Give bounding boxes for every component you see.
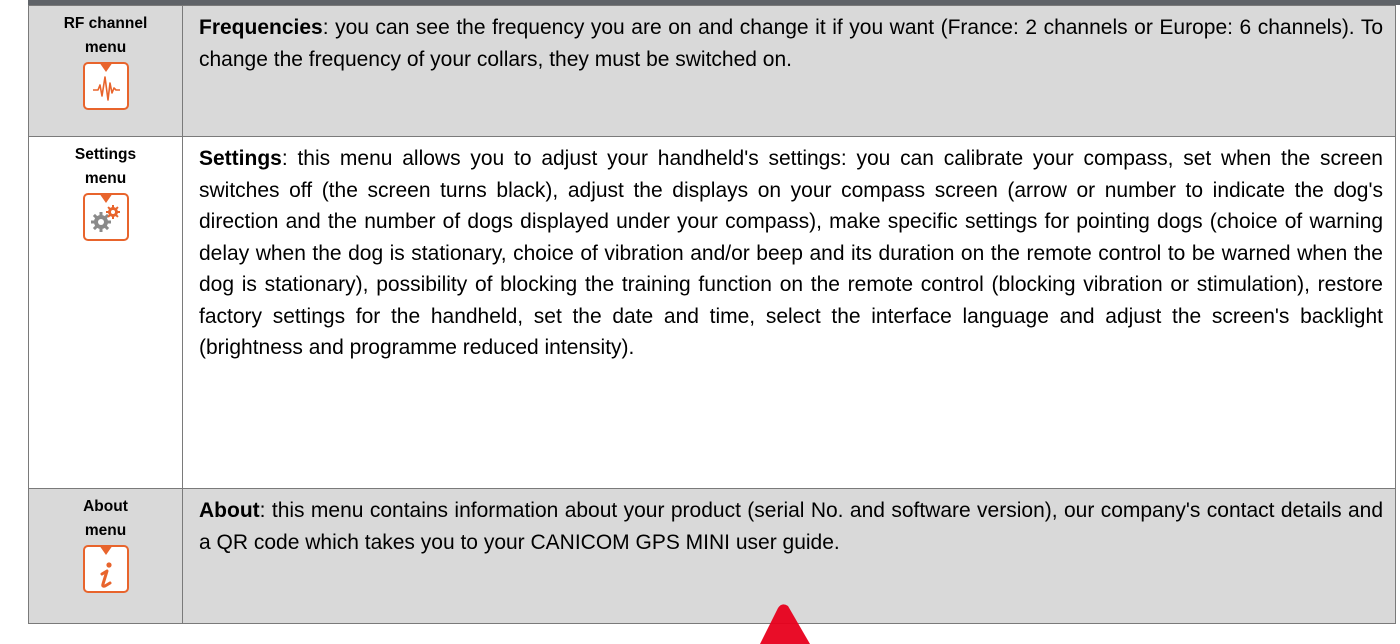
menu-label-line1: Settings xyxy=(74,146,137,163)
description-text: : this menu contains information about y… xyxy=(199,499,1383,554)
menu-label-line2: menu xyxy=(84,522,127,539)
menu-cell: Settings menu xyxy=(28,136,183,489)
info-icon xyxy=(82,545,129,593)
waveform-icon xyxy=(82,62,129,110)
table-row: RF channel menu Frequencies: you can see… xyxy=(28,5,1396,137)
table-row: About menu About: this menu contains inf… xyxy=(28,488,1396,624)
term-frequencies: Frequencies xyxy=(199,16,323,39)
menu-cell: RF channel menu xyxy=(28,5,183,137)
menu-label-line1: About xyxy=(83,498,128,515)
table-row: Settings menu Settings: this menu allows… xyxy=(28,136,1396,489)
gears-icon xyxy=(82,193,129,241)
term-settings: Settings xyxy=(199,147,282,170)
description-cell: Frequencies: you can see the frequency y… xyxy=(182,5,1396,137)
description-cell: Settings: this menu allows you to adjust… xyxy=(182,136,1396,489)
menu-description-table: RF channel menu Frequencies: you can see… xyxy=(28,5,1396,624)
menu-label-line2: menu xyxy=(84,170,127,187)
menu-label-line2: menu xyxy=(84,39,127,56)
term-about: About xyxy=(199,499,260,522)
description-text: : this menu allows you to adjust your ha… xyxy=(199,147,1383,359)
watermark-logo xyxy=(760,604,810,644)
description-text: : you can see the frequency you are on a… xyxy=(199,16,1383,71)
menu-label-line1: RF channel xyxy=(63,15,148,32)
menu-cell: About menu xyxy=(28,488,183,624)
